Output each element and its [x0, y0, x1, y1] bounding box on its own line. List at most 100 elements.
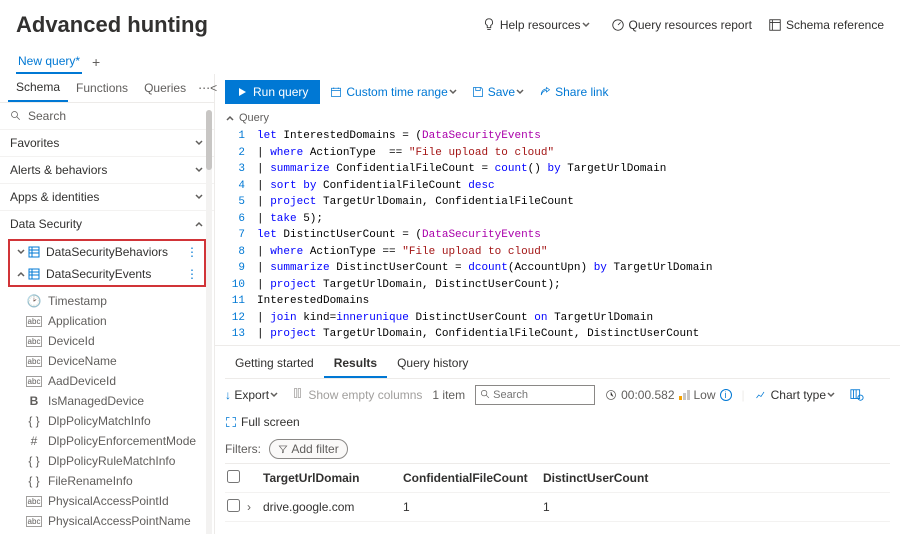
category-alerts[interactable]: Alerts & behaviors [0, 156, 214, 183]
help-resources-link[interactable]: Help resources [482, 18, 595, 32]
results-search-input[interactable] [475, 385, 595, 405]
chevron-down-icon [448, 87, 458, 97]
resource-bars-icon [679, 390, 690, 400]
chevron-down-icon [269, 390, 279, 400]
schema-search[interactable]: Search [0, 103, 214, 129]
gauge-icon [611, 18, 625, 32]
chart-type-button[interactable]: Chart type [755, 388, 840, 402]
chevron-down-icon [194, 165, 204, 175]
export-button[interactable]: ↓ Export [225, 388, 283, 402]
save-icon [472, 86, 484, 98]
field-aaddeviceid[interactable]: abcAadDeviceId [20, 371, 214, 391]
query-resources-report-link[interactable]: Query resources report [611, 18, 752, 32]
type-icon: abc [26, 316, 42, 327]
filters-label: Filters: [225, 442, 261, 456]
schema-reference-link[interactable]: Schema reference [768, 18, 884, 32]
sidetab-queries[interactable]: Queries [136, 75, 194, 101]
sidetab-schema[interactable]: Schema [8, 74, 68, 102]
scrollbar-track [206, 110, 212, 534]
share-icon [539, 86, 551, 98]
category-data-security[interactable]: Data Security [0, 210, 214, 237]
cell-domain: drive.google.com [263, 500, 403, 514]
tab-query-history[interactable]: Query history [387, 350, 478, 378]
table-icon [28, 268, 40, 280]
type-icon: abc [26, 376, 42, 387]
type-icon: B [26, 394, 42, 408]
columns-options-button[interactable] [850, 388, 868, 402]
field-timestamp[interactable]: 🕑Timestamp [20, 291, 214, 311]
field-application[interactable]: abcApplication [20, 311, 214, 331]
sidetab-functions[interactable]: Functions [68, 75, 136, 101]
type-icon: abc [26, 356, 42, 367]
chevron-down-icon [826, 390, 836, 400]
chevron-down-icon [16, 247, 26, 257]
field-dlppolicyenforcementmode[interactable]: #DlpPolicyEnforcementMode [20, 431, 214, 451]
query-editor[interactable]: 1let InterestedDomains = (DataSecurityEv… [215, 126, 900, 345]
type-icon: abc [26, 336, 42, 347]
table-icon [28, 246, 40, 258]
field-deviceid[interactable]: abcDeviceId [20, 331, 214, 351]
sidetab-more-button[interactable]: ⋯ [198, 81, 210, 95]
type-icon: 🕑 [26, 294, 42, 308]
info-icon[interactable]: i [720, 389, 732, 401]
time-range-button[interactable]: Custom time range [330, 85, 461, 99]
field-dlppolicymatchinfo[interactable]: { }DlpPolicyMatchInfo [20, 411, 214, 431]
type-icon: abc [26, 496, 42, 507]
add-filter-button[interactable]: Add filter [269, 439, 348, 459]
type-icon: { } [26, 414, 42, 428]
results-table: TargetUrlDomain ConfidentialFileCount Di… [225, 463, 890, 522]
highlighted-tables: DataSecurityBehaviors ⋮ DataSecurityEven… [8, 239, 206, 287]
type-icon: { } [26, 474, 42, 488]
chart-icon [755, 389, 767, 401]
type-icon: { } [26, 454, 42, 468]
columns-icon [293, 387, 305, 399]
save-button[interactable]: Save [472, 85, 529, 99]
item-count-label: 1 item [432, 388, 465, 402]
query-duration: 00:00.582 Low i [605, 388, 731, 402]
chevron-up-icon [225, 113, 235, 123]
table-datasecuritybehaviors[interactable]: DataSecurityBehaviors ⋮ [10, 241, 204, 263]
field-dlppolicyrulematchinfo[interactable]: { }DlpPolicyRuleMatchInfo [20, 451, 214, 471]
chevron-down-icon [194, 192, 204, 202]
type-icon: abc [26, 516, 42, 527]
fullscreen-icon [225, 416, 237, 428]
page-title: Advanced hunting [16, 12, 208, 38]
scrollbar-thumb[interactable] [206, 110, 212, 170]
field-physicalaccesspointid[interactable]: abcPhysicalAccessPointId [20, 491, 214, 511]
col-header[interactable]: TargetUrlDomain [263, 471, 403, 485]
add-tab-button[interactable]: + [92, 54, 100, 70]
tab-getting-started[interactable]: Getting started [225, 350, 324, 378]
row-checkbox[interactable] [227, 499, 240, 512]
tab-results[interactable]: Results [324, 350, 387, 378]
search-icon [480, 389, 491, 400]
col-header[interactable]: ConfidentialFileCount [403, 471, 543, 485]
collapse-sidebar-button[interactable]: < [210, 81, 217, 95]
show-empty-columns-button[interactable]: Show empty columns [293, 387, 422, 402]
tab-new-query[interactable]: New query* [16, 50, 82, 74]
share-link-button[interactable]: Share link [539, 85, 608, 99]
field-physicalaccesspointname[interactable]: abcPhysicalAccessPointName [20, 511, 214, 531]
table-datasecurityevents[interactable]: DataSecurityEvents ⋮ [10, 263, 204, 285]
expand-row-button[interactable]: › [247, 500, 263, 514]
table-more-button[interactable]: ⋮ [186, 245, 198, 259]
book-icon [768, 18, 782, 32]
category-apps[interactable]: Apps & identities [0, 183, 214, 210]
category-favorites[interactable]: Favorites [0, 129, 214, 156]
select-all-checkbox[interactable] [227, 470, 240, 483]
field-ismanageddevice[interactable]: BIsManagedDevice [20, 391, 214, 411]
cell-dist: 1 [543, 500, 683, 514]
table-more-button[interactable]: ⋮ [186, 267, 198, 281]
type-icon: # [26, 434, 42, 448]
full-screen-button[interactable]: Full screen [225, 415, 300, 429]
run-query-button[interactable]: Run query [225, 80, 320, 104]
chevron-up-icon [194, 219, 204, 229]
table-row[interactable]: › drive.google.com 1 1 [225, 493, 890, 522]
field-filerenameinfo[interactable]: { }FileRenameInfo [20, 471, 214, 491]
query-collapse-header[interactable]: Query [215, 110, 900, 126]
clock-icon [605, 389, 617, 401]
chevron-down-icon [194, 138, 204, 148]
chevron-down-icon [515, 87, 525, 97]
search-icon [10, 110, 22, 122]
col-header[interactable]: DistinctUserCount [543, 471, 683, 485]
field-devicename[interactable]: abcDeviceName [20, 351, 214, 371]
